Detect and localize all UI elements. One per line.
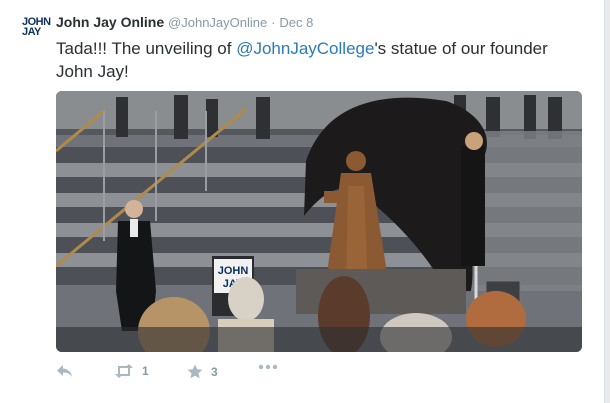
more-button[interactable] <box>258 364 278 370</box>
favorite-count: 3 <box>211 364 218 379</box>
tweet-header: John Jay Online @JohnJayOnline · Dec 8 <box>56 14 313 30</box>
reply-button[interactable] <box>56 364 73 378</box>
podium-sign-line1: JOHN <box>218 265 249 277</box>
avatar[interactable]: JOHN JAY <box>22 14 51 40</box>
tweet-photo[interactable]: JOHN JAY <box>56 91 582 352</box>
mention-link[interactable]: @JohnJayCollege <box>236 39 374 58</box>
retweet-icon <box>114 364 134 378</box>
tweet-card[interactable]: JOHN JAY John Jay Online @JohnJayOnline … <box>0 0 605 403</box>
author-handle[interactable]: @JohnJayOnline <box>168 15 267 30</box>
reply-icon <box>56 364 73 378</box>
retweet-button[interactable]: 1 <box>114 364 149 378</box>
tweet-text: Tada!!! The unveiling of @JohnJayCollege… <box>56 37 576 83</box>
separator: · <box>271 15 276 30</box>
photo-scene: JOHN JAY <box>56 91 582 352</box>
tweet-date[interactable]: Dec 8 <box>279 15 313 30</box>
tweet-text-start: Tada!!! The unveiling of <box>56 39 237 58</box>
favorite-button[interactable]: 3 <box>187 364 218 379</box>
tweet-actions: 1 3 <box>56 364 356 388</box>
star-icon <box>187 364 203 379</box>
more-icon <box>258 364 278 370</box>
retweet-count: 1 <box>142 364 149 378</box>
author-name[interactable]: John Jay Online <box>56 14 164 30</box>
avatar-logo-line2: JAY <box>22 26 41 38</box>
